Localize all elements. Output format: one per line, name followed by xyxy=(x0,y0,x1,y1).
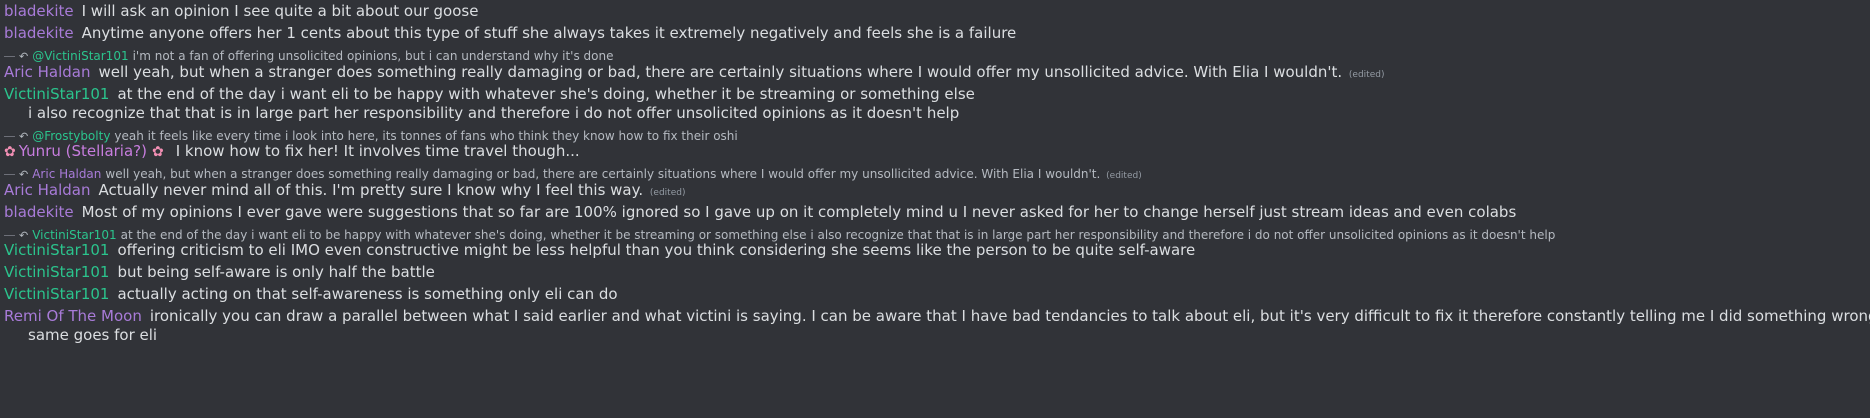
reply-spine xyxy=(4,136,15,137)
chat-message[interactable]: Aric Haldan Actually never mind all of th… xyxy=(0,180,685,200)
cherry-blossom-icon: ✿ xyxy=(151,144,164,160)
reply-spine xyxy=(4,56,15,57)
username[interactable]: VictiniStar101 xyxy=(4,241,109,259)
reply-text[interactable]: well yeah, but when a stranger does some… xyxy=(105,167,1100,181)
chat-message[interactable]: Aric Haldan well yeah, but when a strange… xyxy=(0,62,1384,82)
message-text: well yeah, but when a stranger does some… xyxy=(98,63,1343,81)
chat-message[interactable]: VictiniStar101 offering criticism to eli … xyxy=(0,240,1195,260)
chat-message[interactable]: ✿ Yunru (Stellaria?) ✿ I know how to fix he… xyxy=(0,141,580,161)
message-text: i also recognize that that is in large p… xyxy=(28,104,960,122)
message-text: actually acting on that self-awareness i… xyxy=(117,285,618,303)
reply-username[interactable]: @VictiniStar101 xyxy=(32,49,128,63)
username[interactable]: Aric Haldan xyxy=(4,181,90,199)
chat-message[interactable]: bladekite Most of my opinions I ever gave… xyxy=(0,202,1516,222)
message-text: same goes for eli xyxy=(28,326,158,344)
username[interactable]: VictiniStar101 xyxy=(4,85,109,103)
chat-message[interactable]: bladekite Anytime anyone offers her 1 cen… xyxy=(0,23,1016,43)
chat-message[interactable]: VictiniStar101 actually acting on that se… xyxy=(0,284,618,304)
edited-indicator: (edited) xyxy=(1348,70,1385,80)
edited-indicator: (edited) xyxy=(1106,171,1142,181)
username[interactable]: bladekite xyxy=(4,2,74,20)
chat-message[interactable]: VictiniStar101 at the end of the day i wa… xyxy=(0,84,975,104)
username[interactable]: Remi Of The Moon xyxy=(4,307,142,325)
message-text: but being self-aware is only half the ba… xyxy=(117,263,435,281)
reply-spine xyxy=(4,235,15,236)
cherry-blossom-icon: ✿ xyxy=(4,144,16,160)
chat-message-continuation[interactable]: same goes for eli xyxy=(0,325,157,345)
username[interactable]: Aric Haldan xyxy=(4,63,90,81)
username[interactable]: bladekite xyxy=(4,24,74,42)
username[interactable]: bladekite xyxy=(4,203,74,221)
reply-text[interactable]: i'm not a fan of offering unsolicited op… xyxy=(133,49,614,63)
message-text: I will ask an opinion I see quite a bit … xyxy=(81,2,479,20)
message-text: offering criticism to eli IMO even const… xyxy=(117,241,1196,259)
message-text: Actually never mind all of this. I'm pre… xyxy=(98,181,644,199)
message-text: ironically you can draw a parallel betwe… xyxy=(149,307,1870,325)
chat-message[interactable]: Remi Of The Moon ironically you can draw … xyxy=(0,306,1870,326)
username[interactable]: VictiniStar101 xyxy=(4,263,109,281)
edited-indicator: (edited) xyxy=(649,188,686,198)
username[interactable]: VictiniStar101 xyxy=(4,285,109,303)
chat-log: bladekite I will ask an opinion I see qui… xyxy=(0,0,1870,418)
chat-message[interactable]: bladekite I will ask an opinion I see qui… xyxy=(0,1,478,21)
reply-username[interactable]: Aric Haldan xyxy=(32,167,101,181)
username[interactable]: Yunru (Stellaria?) xyxy=(19,142,147,160)
reply-spine xyxy=(4,174,15,175)
chat-message[interactable]: VictiniStar101 but being self-aware is on… xyxy=(0,262,435,282)
message-text: Anytime anyone offers her 1 cents about … xyxy=(81,24,1017,42)
message-text: at the end of the day i want eli to be h… xyxy=(117,85,975,103)
message-text: Most of my opinions I ever gave were sug… xyxy=(81,203,1517,221)
chat-message-continuation[interactable]: i also recognize that that is in large p… xyxy=(0,103,959,123)
message-text: I know how to fix her! It involves time … xyxy=(175,142,580,160)
